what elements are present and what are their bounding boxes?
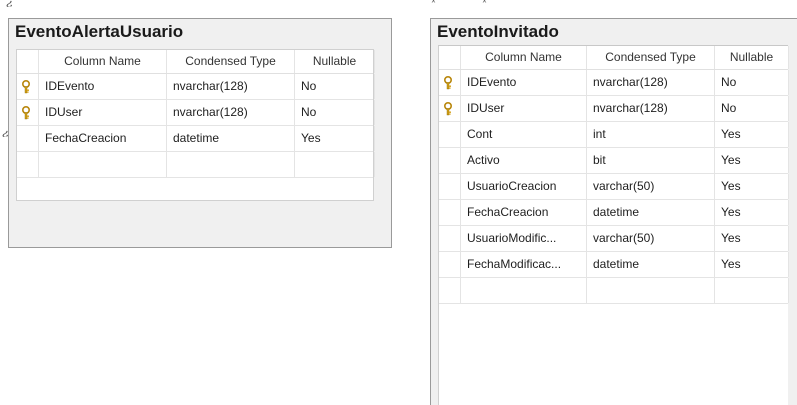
condensed-type-cell[interactable]: varchar(50) bbox=[587, 174, 715, 199]
table-row[interactable]: Activo bit Yes bbox=[439, 148, 789, 174]
table-title[interactable]: EventoAlertaUsuario bbox=[9, 19, 391, 45]
nullable-cell[interactable] bbox=[715, 278, 789, 303]
nullable-cell[interactable] bbox=[295, 152, 375, 177]
column-name-cell[interactable]: IDUser bbox=[461, 96, 587, 121]
table-row[interactable]: FechaModificac... datetime Yes bbox=[439, 252, 789, 278]
nullable-cell[interactable]: Yes bbox=[295, 126, 375, 151]
table-row[interactable] bbox=[17, 152, 375, 178]
condensed-type-cell[interactable] bbox=[587, 278, 715, 303]
header-condensed-type[interactable]: Condensed Type bbox=[167, 50, 295, 73]
table-eventoalertausuario[interactable]: EventoAlertaUsuario Column Name Condensed… bbox=[8, 18, 392, 248]
condensed-type-cell[interactable]: bit bbox=[587, 148, 715, 173]
condensed-type-cell[interactable]: datetime bbox=[167, 126, 295, 151]
column-name-cell[interactable] bbox=[39, 152, 167, 177]
nullable-cell[interactable]: Yes bbox=[715, 122, 789, 147]
nullable-cell[interactable]: No bbox=[715, 96, 789, 121]
row-selector[interactable] bbox=[439, 70, 461, 95]
condensed-type-cell[interactable]: datetime bbox=[587, 252, 715, 277]
row-selector[interactable] bbox=[439, 122, 461, 147]
resize-handle-icon[interactable]: ሪ bbox=[6, 0, 12, 11]
nullable-cell[interactable]: Yes bbox=[715, 226, 789, 251]
row-selector[interactable] bbox=[439, 96, 461, 121]
header-nullable[interactable]: Nullable bbox=[715, 46, 789, 69]
resize-handle-icon[interactable]: ˣ bbox=[431, 0, 436, 9]
nullable-cell[interactable]: No bbox=[295, 74, 375, 99]
condensed-type-cell[interactable]: varchar(50) bbox=[587, 226, 715, 251]
nullable-cell[interactable]: Yes bbox=[715, 252, 789, 277]
table-row[interactable]: Cont int Yes bbox=[439, 122, 789, 148]
row-selector[interactable] bbox=[17, 126, 39, 151]
row-selector[interactable] bbox=[439, 174, 461, 199]
table-row[interactable]: IDEvento nvarchar(128) No bbox=[17, 74, 375, 100]
condensed-type-cell[interactable]: nvarchar(128) bbox=[587, 96, 715, 121]
column-grid: Column Name Condensed Type Nullable IDEvent… bbox=[16, 49, 375, 201]
nullable-cell[interactable]: No bbox=[715, 70, 789, 95]
row-selector[interactable] bbox=[439, 278, 461, 303]
primary-key-icon bbox=[443, 101, 453, 116]
primary-key-icon bbox=[21, 105, 31, 120]
primary-key-icon bbox=[21, 79, 31, 94]
diagram-canvas: ሪ ሪ ˣ ˣ EventoAlertaUsuario Column Name C… bbox=[0, 0, 797, 405]
nullable-cell[interactable]: Yes bbox=[715, 148, 789, 173]
header-column-name[interactable]: Column Name bbox=[461, 46, 587, 69]
column-name-cell[interactable]: Activo bbox=[461, 148, 587, 173]
table-row[interactable]: IDUser nvarchar(128) No bbox=[439, 96, 789, 122]
condensed-type-cell[interactable] bbox=[167, 152, 295, 177]
row-selector[interactable] bbox=[439, 200, 461, 225]
row-selector[interactable] bbox=[17, 100, 39, 125]
row-selector[interactable] bbox=[17, 152, 39, 177]
column-name-cell[interactable]: FechaCreacion bbox=[461, 200, 587, 225]
row-selector[interactable] bbox=[439, 46, 461, 69]
column-name-cell[interactable] bbox=[461, 278, 587, 303]
condensed-type-cell[interactable]: datetime bbox=[587, 200, 715, 225]
row-selector[interactable] bbox=[17, 74, 39, 99]
header-column-name[interactable]: Column Name bbox=[39, 50, 167, 73]
row-selector[interactable] bbox=[439, 252, 461, 277]
column-name-cell[interactable]: IDEvento bbox=[461, 70, 587, 95]
column-name-cell[interactable]: IDEvento bbox=[39, 74, 167, 99]
table-row[interactable]: FechaCreacion datetime Yes bbox=[17, 126, 375, 152]
table-eventoinvitado[interactable]: EventoInvitado Column Name Condensed Type… bbox=[430, 18, 797, 405]
table-row[interactable]: UsuarioCreacion varchar(50) Yes bbox=[439, 174, 789, 200]
resize-handle-icon[interactable]: ˣ bbox=[482, 0, 487, 9]
column-header-row: Column Name Condensed Type Nullable bbox=[439, 46, 789, 70]
nullable-cell[interactable]: Yes bbox=[715, 200, 789, 225]
table-row[interactable]: IDUser nvarchar(128) No bbox=[17, 100, 375, 126]
table-row[interactable] bbox=[439, 278, 789, 304]
nullable-cell[interactable]: No bbox=[295, 100, 375, 125]
column-name-cell[interactable]: UsuarioModific... bbox=[461, 226, 587, 251]
condensed-type-cell[interactable]: int bbox=[587, 122, 715, 147]
column-name-cell[interactable]: Cont bbox=[461, 122, 587, 147]
table-title[interactable]: EventoInvitado bbox=[431, 19, 797, 45]
nullable-cell[interactable]: Yes bbox=[715, 174, 789, 199]
condensed-type-cell[interactable]: nvarchar(128) bbox=[167, 100, 295, 125]
primary-key-icon bbox=[443, 75, 453, 90]
table-row[interactable]: UsuarioModific... varchar(50) Yes bbox=[439, 226, 789, 252]
condensed-type-cell[interactable]: nvarchar(128) bbox=[587, 70, 715, 95]
column-grid: Column Name Condensed Type Nullable IDEvent… bbox=[438, 45, 789, 405]
header-condensed-type[interactable]: Condensed Type bbox=[587, 46, 715, 69]
condensed-type-cell[interactable]: nvarchar(128) bbox=[167, 74, 295, 99]
column-name-cell[interactable]: FechaModificac... bbox=[461, 252, 587, 277]
column-name-cell[interactable]: FechaCreacion bbox=[39, 126, 167, 151]
row-selector[interactable] bbox=[439, 148, 461, 173]
row-selector[interactable] bbox=[439, 226, 461, 251]
column-name-cell[interactable]: IDUser bbox=[39, 100, 167, 125]
table-row[interactable]: FechaCreacion datetime Yes bbox=[439, 200, 789, 226]
row-selector[interactable] bbox=[17, 50, 39, 73]
column-header-row: Column Name Condensed Type Nullable bbox=[17, 50, 375, 74]
header-nullable[interactable]: Nullable bbox=[295, 50, 375, 73]
table-row[interactable]: IDEvento nvarchar(128) No bbox=[439, 70, 789, 96]
column-name-cell[interactable]: UsuarioCreacion bbox=[461, 174, 587, 199]
